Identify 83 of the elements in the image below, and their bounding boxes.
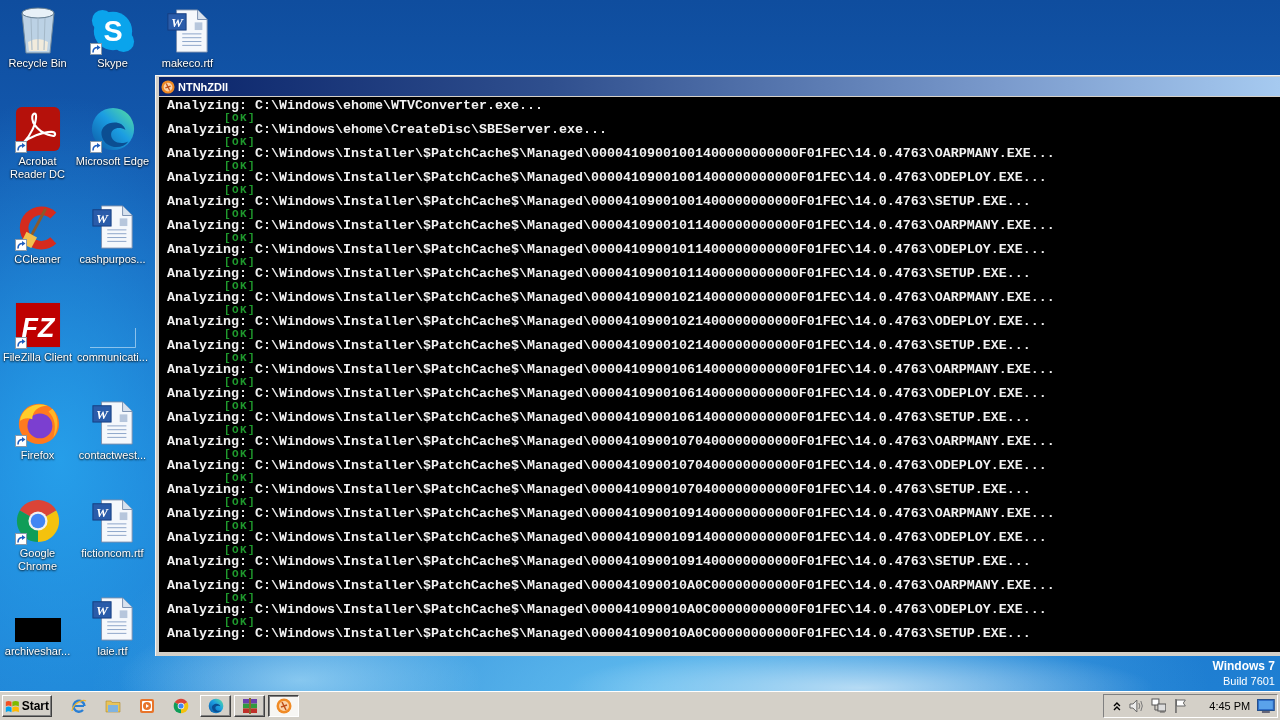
icon-label[interactable]: laie.rtf [97, 645, 128, 658]
status-text: [OK] [224, 280, 256, 292]
console-line: Analyzing: C:\Windows\Installer\$PatchCache$\Managed\000041090010A0C00000000000F01FEC\14.0.4763\OARPMANY.EXE... [167, 580, 1055, 592]
taskbar-button[interactable] [268, 695, 299, 717]
console-line: Analyzing: C:\Windows\Installer\$PatchCache$\Managed\00004109001091400000000000F01FEC\14.0.4763\SETUP.EXE... [167, 556, 1031, 568]
console-line: Analyzing: C:\Windows\Installer\$PatchCache$\Managed\00004109001001400000000000F01FEC\14.0.4763\OARPMANY.EXE... [167, 148, 1055, 160]
status-text: [OK] [224, 184, 256, 196]
status-text: [OK] [224, 568, 256, 580]
icon-label[interactable]: fictioncom.rtf [81, 547, 144, 560]
console-line: Analyzing: C:\Windows\Installer\$PatchCache$\Managed\00004109001061400000000000F01FEC\14.0.4763\SETUP.EXE... [167, 412, 1031, 424]
status-text: [OK] [224, 520, 256, 532]
network-icon[interactable] [1150, 698, 1167, 714]
status-text: [OK] [224, 112, 256, 124]
status-text: [OK] [224, 352, 256, 364]
start-button[interactable]: Start [2, 695, 52, 717]
status-text: [OK] [224, 496, 256, 508]
console-line: Analyzing: C:\Windows\Installer\$PatchCache$\Managed\000041090010A0C00000000000F01FEC\14.0.4763\SETUP.EXE... [167, 628, 1031, 640]
console-line: Analyzing: C:\Windows\Installer\$PatchCache$\Managed\00004109001070400000000000F01FEC\14.0.4763\OARPMANY.EXE... [167, 436, 1055, 448]
status-text: [OK] [224, 160, 256, 172]
pdf-reader-icon[interactable] [14, 106, 61, 152]
status-text: [OK] [224, 472, 256, 484]
icon-label[interactable]: Google Chrome [0, 547, 75, 573]
thumbnail-icon[interactable] [14, 618, 61, 642]
icon-label[interactable]: CCleaner [14, 253, 61, 266]
icon-label[interactable]: Skype [97, 57, 128, 70]
status-text: [OK] [224, 208, 256, 220]
chrome-icon[interactable] [173, 698, 189, 714]
trash-bin-icon[interactable] [18, 6, 57, 54]
chevron-up-icon[interactable] [1113, 701, 1121, 711]
console-line: Analyzing: C:\Windows\ehome\CreateDisc\SBEServer.exe... [167, 124, 607, 136]
console-line: Analyzing: C:\Windows\Installer\$PatchCache$\Managed\00004109001001400000000000F01FEC\14.0.4763\SETUP.EXE... [167, 196, 1031, 208]
icon-label[interactable]: Microsoft Edge [75, 155, 150, 168]
status-text: [OK] [224, 424, 256, 436]
status-text: [OK] [224, 328, 256, 340]
status-text: [OK] [224, 544, 256, 556]
status-text: [OK] [224, 616, 256, 628]
status-text: [OK] [224, 592, 256, 604]
edge-icon[interactable] [89, 106, 136, 152]
edge-icon [207, 698, 224, 714]
stacked-books-icon [241, 698, 258, 714]
console-line: Analyzing: C:\Windows\Installer\$PatchCache$\Managed\00004109001091400000000000F01FEC\14.0.4763\OARPMANY.EXE... [167, 508, 1055, 520]
circle-logo-icon [275, 698, 292, 714]
icon-label[interactable]: archiveshar... [4, 645, 71, 658]
icon-label[interactable]: Acrobat Reader DC [0, 155, 75, 181]
status-text: [OK] [224, 448, 256, 460]
status-text: [OK] [224, 376, 256, 388]
status-text: [OK] [224, 304, 256, 316]
console-line: Analyzing: C:\Windows\Installer\$PatchCache$\Managed\00004109001070400000000000F01FEC\14.0.4763\SETUP.EXE... [167, 484, 1031, 496]
status-text: [OK] [224, 232, 256, 244]
console-line: Analyzing: C:\Windows\Installer\$PatchCache$\Managed\00004109001061400000000000F01FEC\14.0.4763\ODEPLOY.EXE... [167, 388, 1047, 400]
icon-label[interactable]: makeco.rtf [161, 57, 214, 70]
console-line: Analyzing: C:\Windows\Installer\$PatchCache$\Managed\00004109001021400000000000F01FEC\14.0.4763\SETUP.EXE... [167, 340, 1031, 352]
console-line: Analyzing: C:\Windows\Installer\$PatchCache$\Managed\00004109001001400000000000F01FEC\14.0.4763\ODEPLOY.EXE... [167, 172, 1047, 184]
icon-label[interactable]: FileZilla Client [2, 351, 73, 364]
circle-logo-icon [161, 79, 175, 94]
console-line: Analyzing: C:\Windows\Installer\$PatchCache$\Managed\00004109001011400000000000F01FEC\14.0.4763\ODEPLOY.EXE... [167, 244, 1047, 256]
window-title: NTNhZDll [178, 79, 229, 94]
icon-label[interactable]: cashpurpos... [79, 253, 146, 266]
status-text: [OK] [224, 136, 256, 148]
play-icon[interactable] [139, 698, 155, 714]
windows-logo-icon [5, 698, 20, 714]
icon-label[interactable]: contactwest... [78, 449, 147, 462]
console-line: Analyzing: C:\Windows\Installer\$PatchCache$\Managed\00004109001011400000000000F01FEC\14.0.4763\OARPMANY.EXE... [167, 220, 1055, 232]
chrome-icon[interactable] [14, 498, 61, 544]
clock[interactable]: 4:45 PM [1209, 700, 1251, 712]
console-line: Analyzing: C:\Windows\Installer\$PatchCache$\Managed\00004109001091400000000000F01FEC\14.0.4763\ODEPLOY.EXE... [167, 532, 1047, 544]
console-line: Analyzing: C:\Windows\Installer\$PatchCache$\Managed\00004109001021400000000000F01FEC\14.0.4763\OARPMANY.EXE... [167, 292, 1055, 304]
status-text: [OK] [224, 256, 256, 268]
console-line: Analyzing: C:\Windows\ehome\WTVConverter.exe... [167, 100, 543, 112]
speaker-icon[interactable] [1127, 698, 1144, 714]
console-line: Analyzing: C:\Windows\Installer\$PatchCache$\Managed\00004109001021400000000000F01FEC\14.0.4763\ODEPLOY.EXE... [167, 316, 1047, 328]
console-line: Analyzing: C:\Windows\Installer\$PatchCache$\Managed\00004109001061400000000000F01FEC\14.0.4763\OARPMANY.EXE... [167, 364, 1055, 376]
os-edition-text: Windows 7 [1212, 658, 1275, 674]
console-line: Analyzing: C:\Windows\Installer\$PatchCache$\Managed\00004109001011400000000000F01FEC\14.0.4763\SETUP.EXE... [167, 268, 1031, 280]
console-line: Analyzing: C:\Windows\Installer\$PatchCache$\Managed\000041090010A0C00000000000F01FEC\14.0.4763\ODEPLOY.EXE... [167, 604, 1047, 616]
console-line: Analyzing: C:\Windows\Installer\$PatchCache$\Managed\00004109001070400000000000F01FEC\14.0.4763\ODEPLOY.EXE... [167, 460, 1047, 472]
icon-label[interactable]: Recycle Bin [8, 57, 67, 70]
monitor-icon[interactable] [1257, 699, 1275, 713]
build-text: Build 7601 [1223, 674, 1275, 689]
filezilla-icon[interactable]: FZ [14, 302, 61, 348]
status-text: [OK] [224, 400, 256, 412]
icon-label[interactable]: communicati... [77, 351, 148, 364]
e-logo-icon[interactable] [71, 698, 87, 714]
